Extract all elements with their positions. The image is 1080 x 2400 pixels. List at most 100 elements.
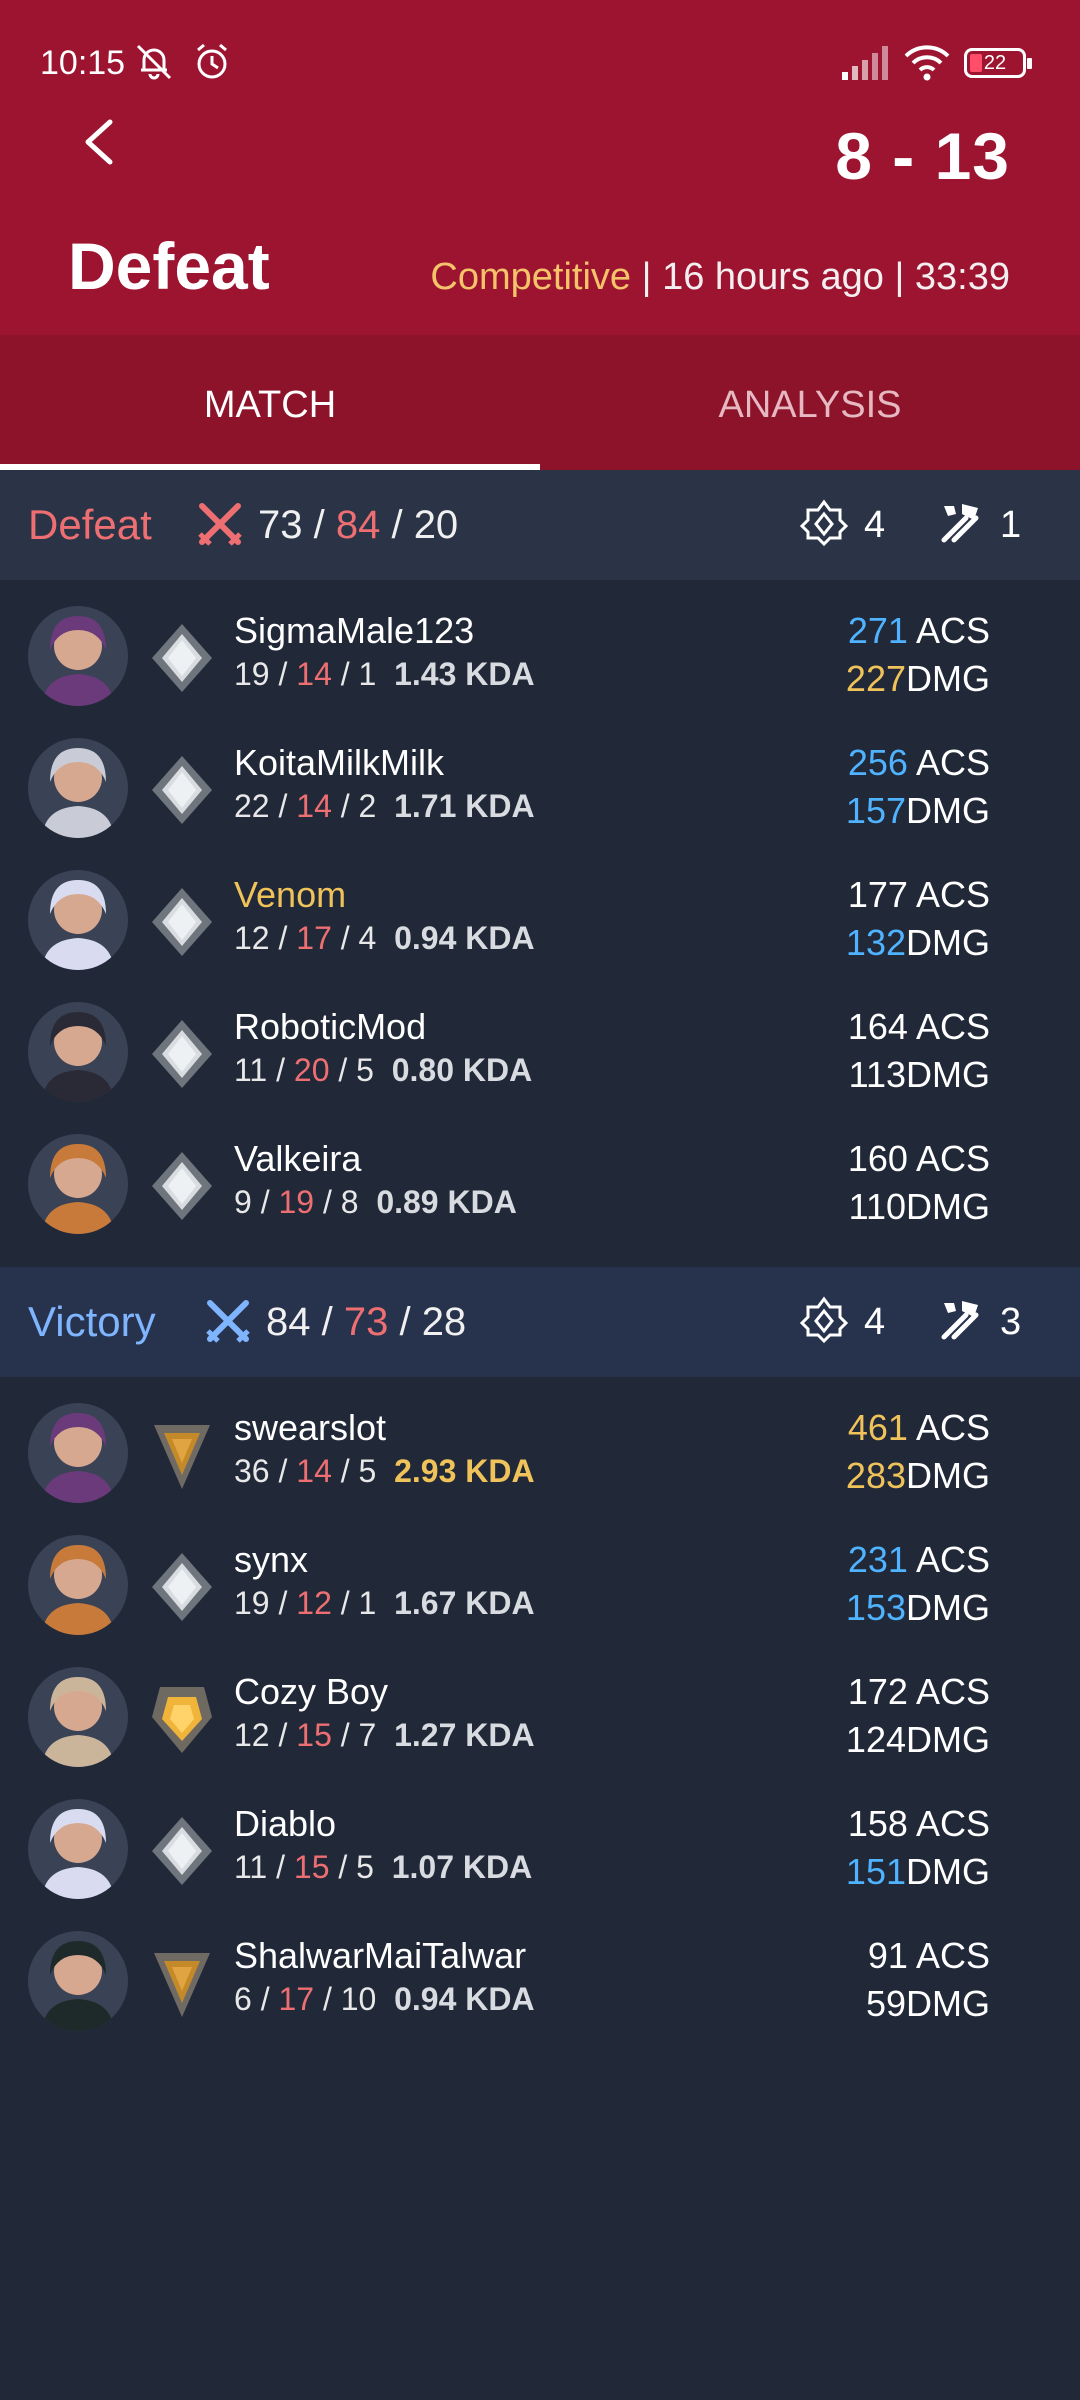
- rank-icon: [146, 1681, 218, 1757]
- dmg-label: DMG: [906, 1455, 990, 1496]
- team-summary-victory: Victory 84 / 73 / 28 4 3: [0, 1267, 1080, 1377]
- player-kda-line: 11 / 20 / 5 0.80 KDA: [234, 1052, 532, 1089]
- acs-value: 172: [847, 1671, 908, 1712]
- player-kda-line: 6 / 17 / 10 0.94 KDA: [234, 1981, 535, 2018]
- player-deaths: 14: [296, 1453, 332, 1489]
- acs-value: 160: [847, 1138, 908, 1179]
- rank-icon: [146, 1417, 218, 1493]
- player-assists: 7: [358, 1717, 377, 1753]
- player-damage: 227DMG: [846, 658, 990, 700]
- separator: /: [269, 1585, 297, 1621]
- player-row[interactable]: KoitaMilkMilk 22 / 14 / 2 1.71 KDA 256 A…: [0, 724, 1080, 856]
- player-row[interactable]: synx 19 / 12 / 1 1.67 KDA 231 ACS 153DMG: [0, 1521, 1080, 1653]
- separator: /: [269, 920, 297, 956]
- player-deaths: 17: [296, 920, 332, 956]
- player-deaths: 19: [278, 1184, 315, 1220]
- team-assists: 20: [413, 503, 459, 547]
- separator: /: [388, 1300, 422, 1344]
- player-kills: 19: [234, 656, 270, 692]
- player-kda-line: 19 / 12 / 1 1.67 KDA: [234, 1585, 535, 1622]
- player-damage: 151DMG: [846, 1851, 990, 1893]
- wifi-icon: [904, 45, 950, 81]
- player-name: KoitaMilkMilk: [234, 742, 445, 783]
- separator: /: [251, 1981, 279, 2017]
- status-time: 10:15: [40, 44, 126, 82]
- player-kda-ratio: 1.71 KDA: [394, 788, 535, 824]
- separator: /: [331, 788, 359, 824]
- crossed-swords-icon: [198, 503, 242, 546]
- team-deaths: 73: [343, 1300, 389, 1344]
- player-name: Valkeira: [234, 1138, 362, 1179]
- tab-analysis[interactable]: ANALYSIS: [540, 335, 1080, 470]
- dmg-label: DMG: [906, 1851, 990, 1892]
- player-deaths: 14: [296, 788, 332, 824]
- team-name: Defeat: [28, 501, 152, 548]
- acs-value: 271: [847, 610, 908, 651]
- acs-label: ACS: [907, 1138, 990, 1179]
- acs-value: 177: [847, 874, 908, 915]
- player-row[interactable]: swearslot 36 / 14 / 5 2.93 KDA 461 ACS 2…: [0, 1389, 1080, 1521]
- dmg-value: 113: [848, 1054, 906, 1095]
- acs-value: 256: [847, 742, 908, 783]
- meta-separator: |: [631, 256, 663, 298]
- player-row[interactable]: SigmaMale123 19 / 14 / 1 1.43 KDA 271 AC…: [0, 592, 1080, 724]
- player-kills: 9: [234, 1184, 252, 1220]
- player-row[interactable]: Venom 12 / 17 / 4 0.94 KDA 177 ACS 132DM…: [0, 856, 1080, 988]
- player-row[interactable]: Diablo 11 / 15 / 5 1.07 KDA 158 ACS 151D…: [0, 1785, 1080, 1917]
- match-time-ago: 16 hours ago: [662, 256, 884, 298]
- dmg-label: DMG: [906, 1983, 990, 2024]
- player-kda-line: 36 / 14 / 5 2.93 KDA: [234, 1453, 535, 1490]
- back-arrow-icon[interactable]: [72, 112, 132, 172]
- team-kda: 73 / 84 / 20: [258, 470, 458, 580]
- player-row[interactable]: Valkeira 9 / 19 / 8 0.89 KDA 160 ACS 110…: [0, 1120, 1080, 1252]
- player-kda-ratio: 0.80 KDA: [391, 1052, 533, 1088]
- player-assists: 4: [358, 920, 377, 956]
- player-acs: 158 ACS: [848, 1803, 990, 1845]
- acs-label: ACS: [907, 1671, 990, 1712]
- spike-plant-icon: [800, 499, 848, 546]
- player-kda-ratio: 0.94 KDA: [394, 920, 535, 956]
- dmg-value: 151: [845, 1851, 906, 1892]
- player-damage: 113DMG: [849, 1054, 990, 1096]
- separator: /: [329, 1052, 357, 1088]
- player-row[interactable]: Cozy Boy 12 / 15 / 7 1.27 KDA 172 ACS 12…: [0, 1653, 1080, 1785]
- spike-plant-icon: [800, 1296, 848, 1343]
- player-row[interactable]: RoboticMod 11 / 20 / 5 0.80 KDA 164 ACS …: [0, 988, 1080, 1120]
- separator: /: [251, 1184, 279, 1220]
- tab-match[interactable]: MATCH: [0, 335, 540, 470]
- battery-level: 22: [983, 52, 1007, 74]
- agent-avatar: [28, 1002, 128, 1102]
- acs-label: ACS: [907, 610, 990, 651]
- separator: /: [269, 656, 297, 692]
- rank-icon: [146, 1148, 218, 1224]
- tab-bar: MATCH ANALYSIS: [0, 335, 1080, 470]
- dmg-label: DMG: [906, 1186, 990, 1227]
- acs-label: ACS: [907, 742, 990, 783]
- player-kda-line: 22 / 14 / 2 1.71 KDA: [234, 788, 535, 825]
- separator: /: [331, 1585, 359, 1621]
- player-row[interactable]: ShalwarMaiTalwar 6 / 17 / 10 0.94 KDA 91…: [0, 1917, 1080, 2049]
- meta-separator: |: [883, 256, 915, 298]
- player-name: synx: [234, 1539, 309, 1580]
- team-assists: 28: [421, 1300, 467, 1344]
- agent-avatar: [28, 1535, 128, 1635]
- player-damage: 124DMG: [846, 1719, 990, 1761]
- player-deaths: 15: [296, 1717, 332, 1753]
- player-kda-line: 9 / 19 / 8 0.89 KDA: [234, 1184, 517, 1221]
- acs-label: ACS: [907, 1006, 990, 1047]
- player-kda-ratio: 0.89 KDA: [376, 1184, 517, 1220]
- player-acs: 91 ACS: [868, 1935, 990, 1977]
- separator: /: [310, 1300, 344, 1344]
- plants-count: 4: [864, 1301, 886, 1343]
- player-damage: 132DMG: [846, 922, 990, 964]
- player-assists: 10: [340, 1981, 377, 2017]
- player-acs: 256 ACS: [848, 742, 990, 784]
- player-acs: 461 ACS: [848, 1407, 990, 1449]
- agent-avatar: [28, 1667, 128, 1767]
- player-kills: 11: [234, 1052, 268, 1088]
- separator: /: [269, 1453, 297, 1489]
- player-assists: 5: [356, 1052, 374, 1088]
- acs-value: 231: [847, 1539, 908, 1580]
- player-damage: 110DMG: [849, 1186, 990, 1228]
- separator: /: [331, 1717, 359, 1753]
